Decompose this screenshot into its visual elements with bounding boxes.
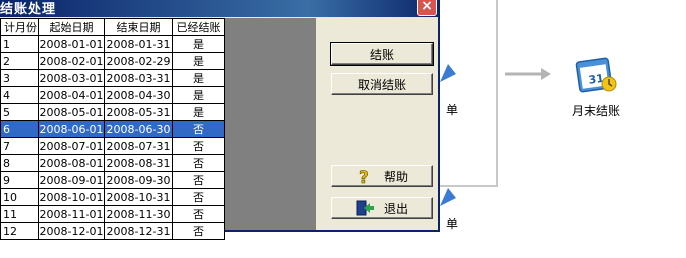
cell-start-date[interactable]: 2008-03-01 bbox=[38, 69, 105, 87]
cell-period[interactable]: 7 bbox=[0, 137, 39, 155]
table-row[interactable]: 8 2008-08-01 2008-08-31 否 bbox=[0, 154, 225, 172]
cancel-settle-button[interactable]: 取消结账 bbox=[331, 73, 433, 95]
table-row[interactable]: 6 2008-06-01 2008-06-30 否 bbox=[0, 120, 225, 138]
help-button-label: 帮助 bbox=[383, 169, 408, 184]
cell-start-date[interactable]: 2008-09-01 bbox=[38, 171, 105, 189]
table-row[interactable]: 2 2008-02-01 2008-02-29 是 bbox=[0, 52, 225, 70]
cell-settled[interactable]: 是 bbox=[172, 69, 225, 87]
table-row[interactable]: 11 2008-11-01 2008-11-30 否 bbox=[0, 205, 225, 223]
cell-settled[interactable]: 否 bbox=[172, 205, 225, 223]
cell-start-date[interactable]: 2008-11-01 bbox=[38, 205, 105, 223]
column-header-settled[interactable]: 已经结账 bbox=[172, 18, 225, 36]
cell-end-date[interactable]: 2008-11-30 bbox=[104, 205, 173, 223]
table-row[interactable]: 5 2008-05-01 2008-05-31 是 bbox=[0, 103, 225, 121]
cell-end-date[interactable]: 2008-01-31 bbox=[104, 35, 173, 53]
cell-end-date[interactable]: 2008-06-30 bbox=[104, 120, 173, 138]
table-row[interactable]: 1 2008-01-01 2008-01-31 是 bbox=[0, 35, 225, 53]
cell-period[interactable]: 5 bbox=[0, 103, 39, 121]
cell-settled[interactable]: 否 bbox=[172, 222, 225, 240]
table-row[interactable]: 9 2008-09-01 2008-09-30 否 bbox=[0, 171, 225, 189]
column-header-end-date[interactable]: 结束日期 bbox=[104, 18, 173, 36]
cell-period[interactable]: 8 bbox=[0, 154, 39, 172]
cell-end-date[interactable]: 2008-10-31 bbox=[104, 188, 173, 206]
cell-end-date[interactable]: 2008-02-29 bbox=[104, 52, 173, 70]
settle-button-label: 结账 bbox=[369, 47, 394, 62]
connector-line bbox=[440, 185, 498, 187]
cell-start-date[interactable]: 2008-02-01 bbox=[38, 52, 105, 70]
close-icon: × bbox=[421, 0, 433, 14]
cell-period[interactable]: 2 bbox=[0, 52, 39, 70]
table-row[interactable]: 3 2008-03-01 2008-03-31 是 bbox=[0, 69, 225, 87]
cell-settled[interactable]: 否 bbox=[172, 120, 225, 138]
cell-settled[interactable]: 否 bbox=[172, 154, 225, 172]
cell-settled[interactable]: 否 bbox=[172, 137, 225, 155]
help-question-icon: ? bbox=[359, 168, 369, 184]
flow-arrow-icon bbox=[505, 68, 551, 80]
exit-button-label: 退出 bbox=[383, 201, 408, 216]
month-end-dialog: 结账处理 × 计月份 起始日期 结束日期 已经结账 1 2008-01-01 200… bbox=[0, 0, 440, 240]
cell-end-date[interactable]: 2008-08-31 bbox=[104, 154, 173, 172]
cell-period[interactable]: 4 bbox=[0, 86, 39, 104]
cell-start-date[interactable]: 2008-07-01 bbox=[38, 137, 105, 155]
connector-line bbox=[496, 0, 498, 186]
cell-end-date[interactable]: 2008-04-30 bbox=[104, 86, 173, 104]
close-button[interactable]: × bbox=[417, 0, 437, 16]
cell-settled[interactable]: 是 bbox=[172, 35, 225, 53]
grid-header-row: 计月份 起始日期 结束日期 已经结账 bbox=[0, 18, 225, 36]
cell-start-date[interactable]: 2008-08-01 bbox=[38, 154, 105, 172]
partial-label: 单 bbox=[446, 103, 459, 117]
column-header-start-date[interactable]: 起始日期 bbox=[38, 18, 105, 36]
cell-start-date[interactable]: 2008-12-01 bbox=[38, 222, 105, 240]
cell-settled[interactable]: 否 bbox=[172, 171, 225, 189]
dialog-title: 结账处理 bbox=[0, 2, 57, 17]
exit-button[interactable]: 退出 bbox=[331, 197, 433, 219]
partial-label: 单 bbox=[446, 217, 459, 231]
title-bar[interactable]: 结账处理 × bbox=[0, 0, 440, 17]
cell-start-date[interactable]: 2008-06-01 bbox=[38, 120, 105, 138]
column-header-period[interactable]: 计月份 bbox=[0, 18, 39, 36]
month-end-label[interactable]: 月末结账 bbox=[572, 102, 620, 119]
cell-end-date[interactable]: 2008-09-30 bbox=[104, 171, 173, 189]
document-icon bbox=[440, 64, 456, 82]
cell-period[interactable]: 9 bbox=[0, 171, 39, 189]
cell-start-date[interactable]: 2008-01-01 bbox=[38, 35, 105, 53]
cell-period[interactable]: 6 bbox=[0, 120, 39, 138]
cell-start-date[interactable]: 2008-05-01 bbox=[38, 103, 105, 121]
cell-settled[interactable]: 是 bbox=[172, 103, 225, 121]
cell-end-date[interactable]: 2008-03-31 bbox=[104, 69, 173, 87]
settle-button[interactable]: 结账 bbox=[330, 42, 434, 66]
cancel-settle-button-label: 取消结账 bbox=[357, 77, 406, 92]
cell-period[interactable]: 10 bbox=[0, 188, 39, 206]
cell-settled[interactable]: 否 bbox=[172, 188, 225, 206]
cell-period[interactable]: 12 bbox=[0, 222, 39, 240]
cell-end-date[interactable]: 2008-05-31 bbox=[104, 103, 173, 121]
cell-end-date[interactable]: 2008-07-31 bbox=[104, 137, 173, 155]
cell-settled[interactable]: 是 bbox=[172, 52, 225, 70]
period-grid-panel: 计月份 起始日期 结束日期 已经结账 1 2008-01-01 2008-01-31… bbox=[0, 18, 316, 240]
table-row[interactable]: 12 2008-12-01 2008-12-31 否 bbox=[0, 222, 225, 240]
cell-period[interactable]: 11 bbox=[0, 205, 39, 223]
calendar-icon[interactable]: 31 bbox=[575, 52, 617, 94]
cell-start-date[interactable]: 2008-10-01 bbox=[38, 188, 105, 206]
cell-end-date[interactable]: 2008-12-31 bbox=[104, 222, 173, 240]
svg-text:?: ? bbox=[359, 168, 369, 184]
exit-door-icon bbox=[356, 200, 374, 216]
cell-period[interactable]: 1 bbox=[0, 35, 39, 53]
cell-start-date[interactable]: 2008-04-01 bbox=[38, 86, 105, 104]
table-row[interactable]: 7 2008-07-01 2008-07-31 否 bbox=[0, 137, 225, 155]
help-button[interactable]: ? 帮助 bbox=[331, 165, 433, 187]
cell-settled[interactable]: 是 bbox=[172, 86, 225, 104]
cell-period[interactable]: 3 bbox=[0, 69, 39, 87]
document-icon bbox=[440, 188, 456, 206]
period-grid[interactable]: 计月份 起始日期 结束日期 已经结账 1 2008-01-01 2008-01-31… bbox=[0, 18, 225, 240]
table-row[interactable]: 4 2008-04-01 2008-04-30 是 bbox=[0, 86, 225, 104]
table-row[interactable]: 10 2008-10-01 2008-10-31 否 bbox=[0, 188, 225, 206]
